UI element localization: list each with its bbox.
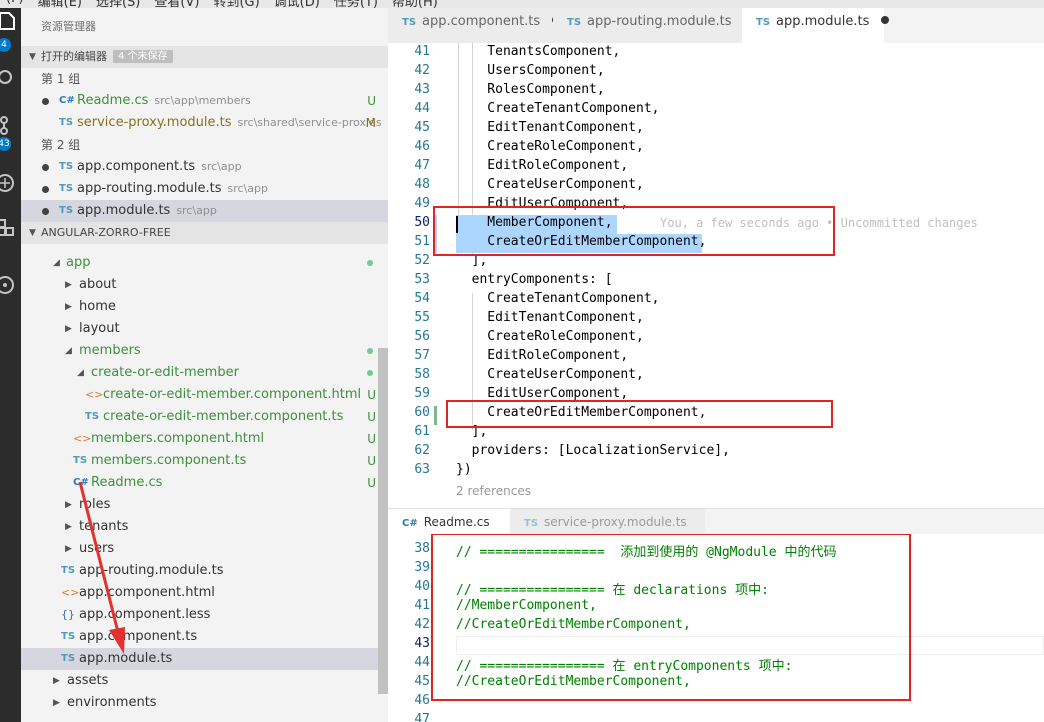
menu-bar: (F) 编辑(E) 选择(S) 查看(V) 转到(G) 调试(D) 任务(T) …	[0, 0, 1044, 8]
explorer-sidebar: 资源管理器 ▼ 打开的编辑器 4 个未保存 第 1 组 C# Readme.cs s…	[21, 8, 388, 722]
debug-icon[interactable]	[0, 172, 20, 198]
line-number: 46	[414, 139, 430, 154]
tab-app-routing-module[interactable]: TS app-routing.module.ts	[553, 8, 752, 43]
line-number: 48	[414, 177, 430, 192]
line-number: 59	[414, 386, 430, 401]
line-number: 42	[414, 63, 430, 78]
code-line: EditTenantComponent,	[456, 310, 644, 325]
line-number: 53	[414, 272, 430, 287]
typescript-file-icon: TS	[402, 17, 417, 28]
line-number: 52	[414, 253, 430, 268]
code-line: CreateTenantComponent,	[456, 291, 660, 306]
typescript-file-icon: TS	[567, 17, 582, 28]
line-number: 41	[414, 598, 430, 613]
code-line: EditUserComponent,	[456, 386, 629, 401]
line-number: 43	[414, 82, 430, 97]
line-number: 45	[414, 674, 430, 689]
line-number: 62	[414, 443, 430, 458]
typescript-file-icon: TS	[756, 17, 771, 28]
annotation-box	[446, 400, 833, 428]
line-number: 60	[414, 405, 430, 420]
source-control-badge: 43	[0, 137, 11, 151]
activity-bar: 4 43	[0, 8, 21, 722]
line-number: 63	[414, 462, 430, 477]
remote-icon[interactable]	[0, 274, 20, 300]
extensions-icon[interactable]	[0, 216, 20, 242]
code-line: TenantsComponent,	[456, 44, 621, 59]
line-number: 57	[414, 348, 430, 363]
codelens-references[interactable]: 2 references	[456, 484, 531, 498]
line-number: 46	[414, 693, 430, 708]
line-number-current: 43	[414, 636, 430, 651]
tab-label: service-proxy.module.ts	[544, 515, 687, 529]
line-number: 55	[414, 310, 430, 325]
tab-label: app.module.ts	[776, 14, 870, 29]
line-number: 39	[414, 560, 430, 575]
editor-tab-bar-bottom: C# Readme.cs TS service-proxy.module.ts	[388, 508, 1044, 535]
line-number: 51	[414, 234, 430, 249]
line-number: 56	[414, 329, 430, 344]
menu-tasks[interactable]: 任务(T)	[328, 0, 386, 8]
menu-selection[interactable]: 选择(S)	[90, 0, 148, 8]
line-number: 44	[414, 655, 430, 670]
line-number: 45	[414, 120, 430, 135]
line-number: 49	[414, 196, 430, 211]
tab-app-module[interactable]: TS app.module.ts	[742, 8, 890, 43]
explorer-badge: 4	[0, 38, 11, 52]
annotation-arrow	[78, 481, 125, 654]
code-line: CreateRoleComponent,	[456, 329, 644, 344]
code-line: EditTenantComponent,	[456, 120, 644, 135]
code-line: CreateTenantComponent,	[456, 101, 660, 116]
line-number: 38	[414, 541, 430, 556]
line-number: 44	[414, 101, 430, 116]
git-added-gutter	[434, 406, 437, 425]
line-number: 47	[414, 158, 430, 173]
line-number: 41	[414, 44, 430, 59]
annotation-box	[431, 534, 911, 701]
code-line: EditRoleComponent,	[456, 158, 629, 173]
line-number: 61	[414, 424, 430, 439]
tab-service-proxy-module[interactable]: TS service-proxy.module.ts	[510, 509, 705, 535]
menu-view[interactable]: 查看(V)	[148, 0, 207, 8]
menu-goto[interactable]: 转到(G)	[207, 0, 267, 8]
annotation-box	[433, 206, 835, 256]
line-number-current: 50	[414, 215, 430, 230]
code-editor-app-module[interactable]: 41 TenantsComponent, 42 UsersComponent, …	[388, 43, 1044, 505]
explorer-icon[interactable]	[0, 10, 20, 36]
tab-app-component[interactable]: TS app.component.ts	[388, 8, 561, 43]
code-line: UsersComponent,	[456, 63, 605, 78]
search-icon[interactable]	[0, 68, 20, 94]
line-number: 54	[414, 291, 430, 306]
tab-readme-cs[interactable]: C# Readme.cs	[388, 509, 510, 535]
dirty-dot-icon[interactable]	[881, 16, 890, 24]
line-number: 42	[414, 617, 430, 632]
code-editor-readme[interactable]: 38 // ================ 添加到使用的 @NgModule …	[388, 534, 1044, 722]
line-number: 47	[414, 712, 430, 722]
tab-label: app-routing.module.ts	[587, 14, 732, 29]
code-line: providers: [LocalizationService],	[456, 443, 730, 458]
menu-file[interactable]: (F)	[0, 0, 32, 8]
code-line: RolesComponent,	[456, 82, 605, 97]
tab-label: Readme.cs	[423, 515, 490, 529]
csharp-file-icon: C#	[402, 518, 418, 529]
code-line: CreateUserComponent,	[456, 367, 644, 382]
line-number: 58	[414, 367, 430, 382]
menu-edit[interactable]: 编辑(E)	[32, 0, 90, 8]
code-line: })	[456, 462, 472, 477]
line-number: 40	[414, 579, 430, 594]
code-line: EditRoleComponent,	[456, 348, 629, 363]
code-line: entryComponents: [	[456, 272, 613, 287]
code-line: CreateUserComponent,	[456, 177, 644, 192]
menu-help[interactable]: 帮助(H)	[386, 0, 446, 8]
menu-debug[interactable]: 调试(D)	[268, 0, 328, 8]
typescript-file-icon: TS	[524, 518, 539, 529]
tab-label: app.component.ts	[422, 14, 541, 29]
code-line: CreateRoleComponent,	[456, 139, 644, 154]
